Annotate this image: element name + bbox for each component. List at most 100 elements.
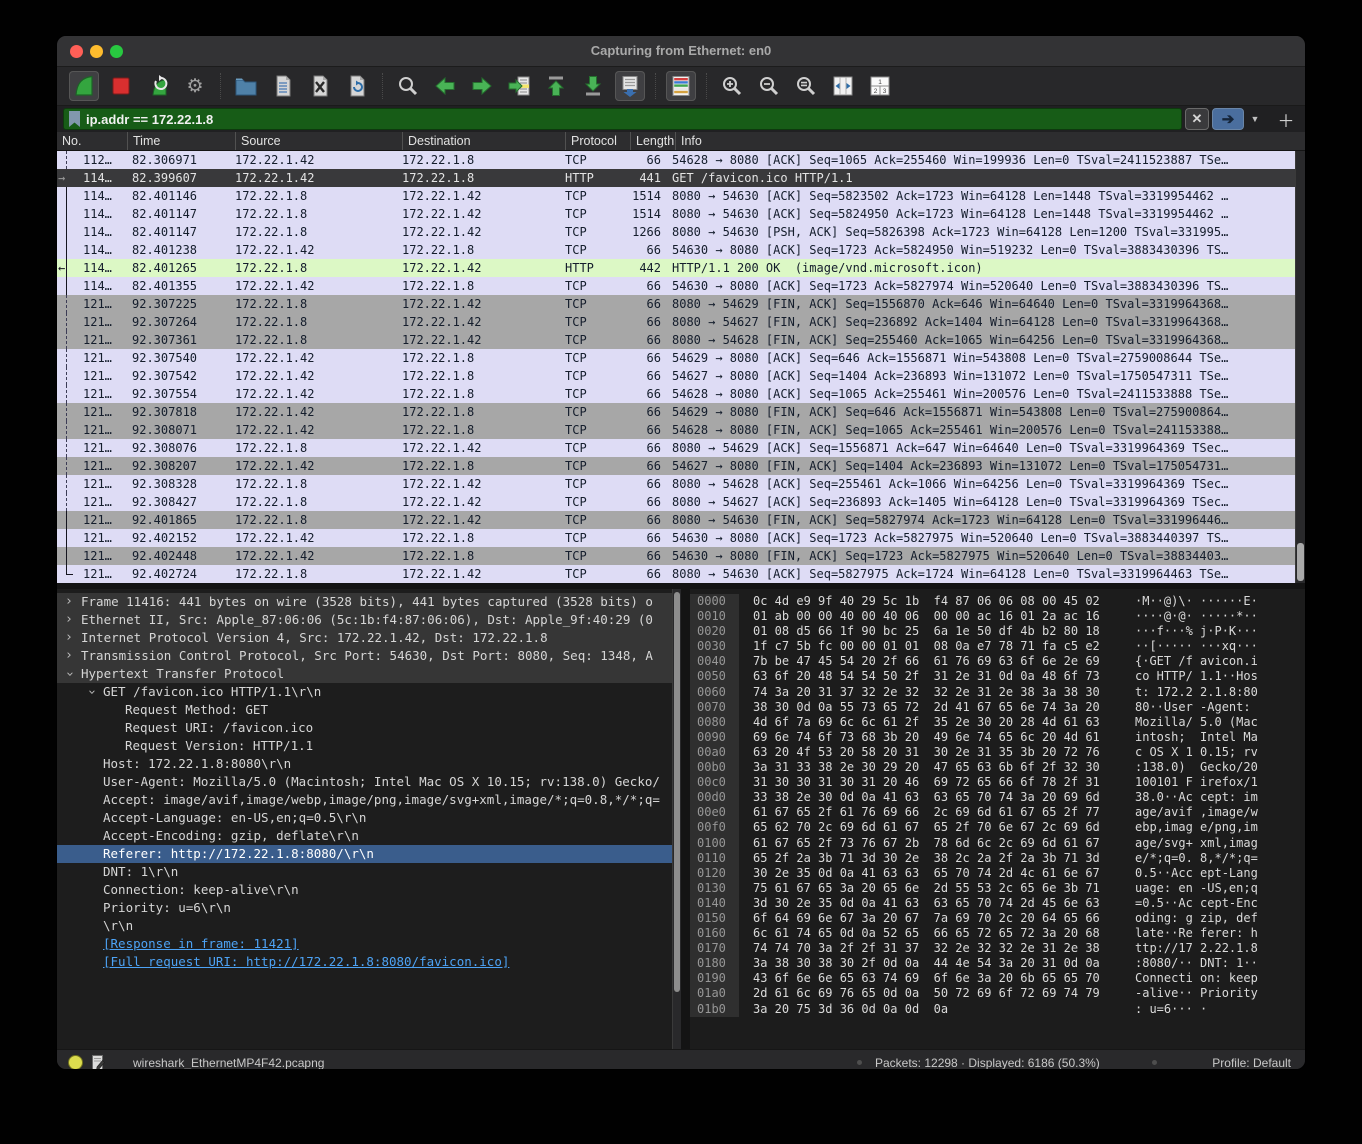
details-line[interactable]: DNT: 1\r\n (57, 863, 681, 881)
details-line[interactable]: Accept-Encoding: gzip, deflate\r\n (57, 827, 681, 845)
packet-row[interactable]: 121…92.307361172.22.1.8172.22.1.42TCP668… (57, 331, 1305, 349)
hex-row[interactable]: 01403d 30 2e 35 0d 0a 41 63 63 65 70 74 … (690, 896, 1305, 911)
packet-row[interactable]: 121…92.307264172.22.1.8172.22.1.42TCP668… (57, 313, 1305, 331)
reload-file-button[interactable] (342, 71, 372, 101)
hex-ascii[interactable]: co HTTP/ 1.1··Hos (1135, 669, 1258, 684)
hex-row[interactable]: 01506f 64 69 6e 67 3a 20 67 7a 69 70 2c … (690, 911, 1305, 926)
clear-filter-button[interactable]: ✕ (1185, 108, 1209, 130)
packet-row[interactable]: ←114…82.401265172.22.1.8172.22.1.42HTTP4… (57, 259, 1305, 277)
expand-chevron-icon[interactable]: › (65, 611, 73, 629)
hex-bytes[interactable]: 33 38 2e 30 0d 0a 41 63 63 65 70 74 3a 2… (753, 790, 1109, 805)
details-line[interactable]: Request Method: GET (57, 701, 681, 719)
open-file-button[interactable] (231, 71, 261, 101)
hex-bytes[interactable]: 65 2f 2a 3b 71 3d 30 2e 38 2c 2a 2f 2a 3… (753, 851, 1109, 866)
packet-row[interactable]: 121…92.308328172.22.1.8172.22.1.42TCP668… (57, 475, 1305, 493)
hex-ascii[interactable]: e/*;q=0. 8,*/*;q= (1135, 851, 1258, 866)
hex-bytes[interactable]: 30 2e 35 0d 0a 41 63 63 65 70 74 2d 4c 6… (753, 866, 1109, 881)
hex-bytes[interactable]: 74 74 70 3a 2f 2f 31 37 32 2e 32 32 2e 3… (753, 941, 1109, 956)
hex-bytes[interactable]: 75 61 67 65 3a 20 65 6e 2d 55 53 2c 65 6… (753, 881, 1109, 896)
hex-row[interactable]: 009069 6e 74 6f 73 68 3b 20 49 6e 74 65 … (690, 730, 1305, 745)
hex-bytes[interactable]: 63 6f 20 48 54 54 50 2f 31 2e 31 0d 0a 4… (753, 669, 1109, 684)
hex-row[interactable]: 010061 67 65 2f 73 76 67 2b 78 6d 6c 2c … (690, 836, 1305, 851)
zoom-in-button[interactable] (717, 71, 747, 101)
expand-chevron-icon[interactable]: › (65, 647, 73, 665)
details-line[interactable]: Host: 172.22.1.8:8080\r\n (57, 755, 681, 773)
hex-row[interactable]: 00000c 4d e9 9f 40 29 5c 1b f4 87 06 06 … (690, 594, 1305, 609)
hex-ascii[interactable]: late··Re ferer: h (1135, 926, 1258, 941)
hex-ascii[interactable]: ···f···% j·P·K··· (1135, 624, 1258, 639)
column-header-protocol[interactable]: Protocol (565, 132, 630, 150)
hex-bytes[interactable]: 3a 38 30 38 30 2f 0d 0a 44 4e 54 3a 20 3… (753, 956, 1109, 971)
go-forward-button[interactable] (467, 71, 497, 101)
details-link[interactable]: [Full request URI: http://172.22.1.8:808… (57, 953, 681, 971)
packet-row[interactable]: 121…92.402724172.22.1.8172.22.1.42TCP668… (57, 565, 1305, 583)
column-header-no[interactable]: No. (57, 132, 127, 150)
hex-ascii[interactable]: intosh; Intel Ma (1135, 730, 1258, 745)
go-to-packet-button[interactable] (504, 71, 534, 101)
packet-row[interactable]: 121…92.308427172.22.1.8172.22.1.42TCP668… (57, 493, 1305, 511)
hex-bytes[interactable]: 4d 6f 7a 69 6c 6c 61 2f 35 2e 30 20 28 4… (753, 715, 1109, 730)
hex-row[interactable]: 01803a 38 30 38 30 2f 0d 0a 44 4e 54 3a … (690, 956, 1305, 971)
hex-bytes[interactable]: 3a 20 75 3d 36 0d 0a 0d 0a (753, 1002, 1109, 1017)
hex-bytes[interactable]: 7b be 47 45 54 20 2f 66 61 76 69 63 6f 6… (753, 654, 1109, 669)
hex-bytes[interactable]: 6f 64 69 6e 67 3a 20 67 7a 69 70 2c 20 6… (753, 911, 1109, 926)
hex-bytes[interactable]: 3a 31 33 38 2e 30 29 20 47 65 63 6b 6f 2… (753, 760, 1109, 775)
hex-bytes[interactable]: 74 3a 20 31 37 32 2e 32 32 2e 31 2e 38 3… (753, 685, 1109, 700)
hex-row[interactable]: 01b03a 20 75 3d 36 0d 0a 0d 0a: u=6··· · (690, 1002, 1305, 1017)
hex-ascii[interactable]: c OS X 1 0.15; rv (1135, 745, 1258, 760)
hex-row[interactable]: 006074 3a 20 31 37 32 2e 32 32 2e 31 2e … (690, 685, 1305, 700)
column-header-destination[interactable]: Destination (402, 132, 565, 150)
hex-bytes[interactable]: 61 67 65 2f 73 76 67 2b 78 6d 6c 2c 69 6… (753, 836, 1109, 851)
hex-row[interactable]: 00301f c7 5b fc 00 00 01 01 08 0a e7 78 … (690, 639, 1305, 654)
details-line[interactable]: ›GET /favicon.ico HTTP/1.1\r\n (57, 683, 681, 701)
hex-bytes[interactable]: 69 6e 74 6f 73 68 3b 20 49 6e 74 65 6c 2… (753, 730, 1109, 745)
hex-row[interactable]: 007038 30 0d 0a 55 73 65 72 2d 41 67 65 … (690, 700, 1305, 715)
packet-row[interactable]: 121…92.307540172.22.1.42172.22.1.8TCP665… (57, 349, 1305, 367)
hex-ascii[interactable]: =0.5··Ac cept-Enc (1135, 896, 1258, 911)
profile-indicator[interactable]: Profile: Default (1212, 1056, 1291, 1070)
packet-row[interactable]: 121…92.402152172.22.1.42172.22.1.8TCP665… (57, 529, 1305, 547)
hex-ascii[interactable]: age/avif ,image/w (1135, 805, 1258, 820)
hex-ascii[interactable]: 38.0··Ac cept: im (1135, 790, 1258, 805)
hex-ascii[interactable]: ····@·@· ·····*·· (1135, 609, 1258, 624)
restart-capture-button[interactable] (143, 71, 173, 101)
hex-row[interactable]: 013075 61 67 65 3a 20 65 6e 2d 55 53 2c … (690, 881, 1305, 896)
hex-row[interactable]: 00f065 62 70 2c 69 6d 61 67 65 2f 70 6e … (690, 820, 1305, 835)
zoom-out-button[interactable] (754, 71, 784, 101)
column-header-length[interactable]: Length (630, 132, 675, 150)
hex-row[interactable]: 01a02d 61 6c 69 76 65 0d 0a 50 72 69 6f … (690, 986, 1305, 1001)
hex-bytes[interactable]: 2d 61 6c 69 76 65 0d 0a 50 72 69 6f 72 6… (753, 986, 1109, 1001)
hex-ascii[interactable]: 100101 F irefox/1 (1135, 775, 1258, 790)
start-capture-button[interactable] (69, 71, 99, 101)
scrollbar-thumb[interactable] (1297, 543, 1304, 581)
hex-row[interactable]: 00b03a 31 33 38 2e 30 29 20 47 65 63 6b … (690, 760, 1305, 775)
packet-row[interactable]: 121…92.308076172.22.1.8172.22.1.42TCP668… (57, 439, 1305, 457)
details-line[interactable]: ›Transmission Control Protocol, Src Port… (57, 647, 681, 665)
packet-row[interactable]: →114…82.399607172.22.1.42172.22.1.8HTTP4… (57, 169, 1305, 187)
hex-row[interactable]: 012030 2e 35 0d 0a 41 63 63 65 70 74 2d … (690, 866, 1305, 881)
hex-bytes[interactable]: 01 08 d5 66 1f 90 bc 25 6a 1e 50 df 4b b… (753, 624, 1109, 639)
hex-row[interactable]: 017074 74 70 3a 2f 2f 31 37 32 2e 32 32 … (690, 941, 1305, 956)
packet-row[interactable]: 112…82.306971172.22.1.42172.22.1.8TCP665… (57, 151, 1305, 169)
hex-bytes[interactable]: 0c 4d e9 9f 40 29 5c 1b f4 87 06 06 08 0… (753, 594, 1109, 609)
hex-ascii[interactable]: ttp://17 2.22.1.8 (1135, 941, 1258, 956)
details-line[interactable]: Priority: u=6\r\n (57, 899, 681, 917)
packet-row[interactable]: 114…82.401147172.22.1.8172.22.1.42TCP151… (57, 205, 1305, 223)
hex-row[interactable]: 005063 6f 20 48 54 54 50 2f 31 2e 31 0d … (690, 669, 1305, 684)
hex-ascii[interactable]: age/svg+ xml,imag (1135, 836, 1258, 851)
hex-row[interactable]: 002001 08 d5 66 1f 90 bc 25 6a 1e 50 df … (690, 624, 1305, 639)
packet-row[interactable]: 121…92.307818172.22.1.42172.22.1.8TCP665… (57, 403, 1305, 421)
details-line[interactable]: Referer: http://172.22.1.8:8080/\r\n (57, 845, 681, 863)
details-line[interactable]: Accept-Language: en-US,en;q=0.5\r\n (57, 809, 681, 827)
details-line[interactable]: User-Agent: Mozilla/5.0 (Macintosh; Inte… (57, 773, 681, 791)
hex-bytes[interactable]: 43 6f 6e 6e 65 63 74 69 6f 6e 3a 20 6b 6… (753, 971, 1109, 986)
hex-ascii[interactable]: ebp,imag e/png,im (1135, 820, 1258, 835)
details-line[interactable]: Connection: keep-alive\r\n (57, 881, 681, 899)
hex-ascii[interactable]: {·GET /f avicon.i (1135, 654, 1258, 669)
display-filter-input[interactable]: ip.addr == 172.22.1.8 (63, 108, 1182, 130)
expand-chevron-icon[interactable]: › (65, 629, 73, 647)
collapse-chevron-icon[interactable]: › (60, 670, 78, 678)
save-file-button[interactable] (268, 71, 298, 101)
packet-row[interactable]: 121…92.401865172.22.1.8172.22.1.42TCP668… (57, 511, 1305, 529)
go-to-bottom-button[interactable] (578, 71, 608, 101)
